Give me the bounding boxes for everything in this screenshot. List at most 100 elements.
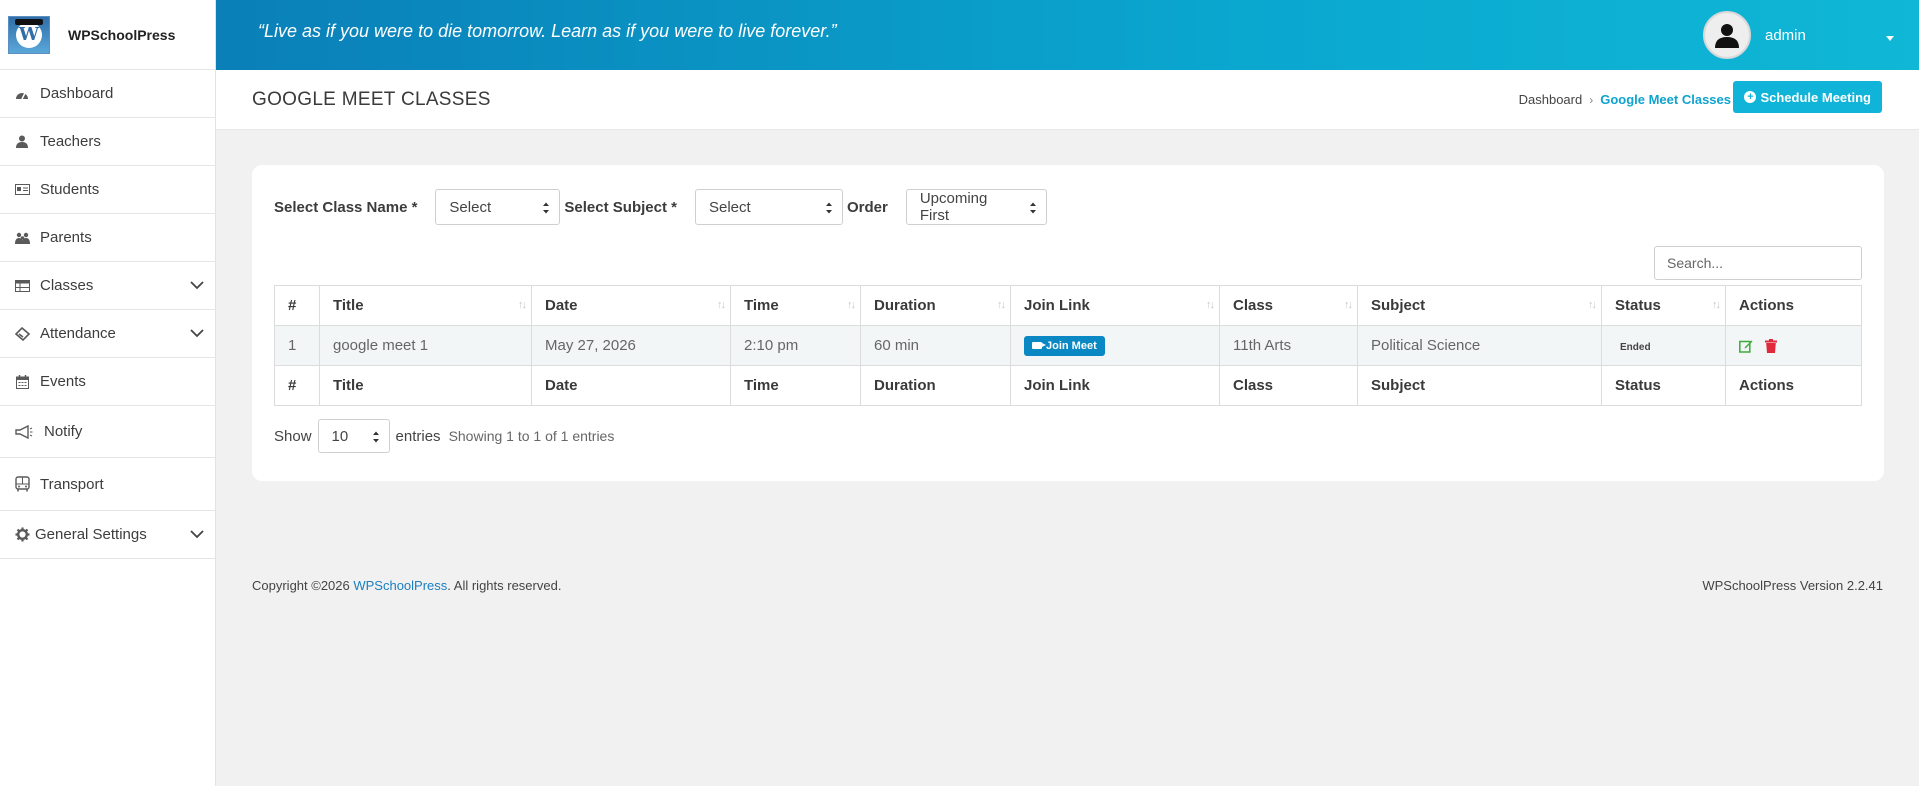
sidebar-item-attendance[interactable]: Attendance xyxy=(0,310,215,358)
column-header-date[interactable]: Date ↑↓ xyxy=(531,285,731,326)
select-arrows-icon xyxy=(543,202,550,214)
sort-icon: ↑↓ xyxy=(717,299,726,311)
chevron-down-icon[interactable] xyxy=(189,277,205,293)
footer-header-duration: Duration xyxy=(860,365,1011,406)
brand-name: WPSchoolPress xyxy=(68,26,176,43)
select-arrows-icon xyxy=(1029,202,1036,214)
footer-header-actions: Actions xyxy=(1725,365,1862,406)
user-name[interactable]: admin xyxy=(1765,27,1885,44)
select-arrows-icon xyxy=(372,431,379,443)
class-select[interactable]: Select xyxy=(435,189,561,225)
column-header-class[interactable]: Class ↑↓ xyxy=(1219,285,1358,326)
subject-filter-label: Select Subject * xyxy=(564,198,677,216)
breadcrumb: Dashboard › Google Meet Classes xyxy=(1519,92,1731,107)
meetings-table: # Title ↑↓ Date ↑↓ Time ↑↓ Duration ↑↓ Join … xyxy=(274,285,1862,406)
table-row: 1 google meet 1 May 27, 2026 2:10 pm 60 … xyxy=(274,325,1862,366)
page-size-select[interactable]: 10 xyxy=(317,419,390,453)
footer-header-subject: Subject xyxy=(1357,365,1602,406)
copyright-prefix: Copyright ©2026 xyxy=(252,578,354,593)
sidebar-item-notify[interactable]: Notify xyxy=(0,406,215,458)
sidebar-item-label: Attendance xyxy=(40,325,116,342)
breadcrumb-current: Google Meet Classes xyxy=(1600,92,1731,107)
sidebar-item-classes[interactable]: Classes xyxy=(0,262,215,310)
column-header-duration[interactable]: Duration ↑↓ xyxy=(860,285,1011,326)
sidebar-item-teachers[interactable]: Teachers xyxy=(0,118,215,166)
footer-header-join-link: Join Link xyxy=(1010,365,1220,406)
sidebar-item-label: Parents xyxy=(40,229,92,246)
footer-header-class: Class xyxy=(1219,365,1358,406)
student-card-icon xyxy=(14,182,30,198)
parents-icon xyxy=(14,230,30,246)
sidebar-item-general-settings[interactable]: General Settings xyxy=(0,511,215,559)
sort-icon: ↑↓ xyxy=(1344,299,1353,311)
attendance-icon xyxy=(14,326,30,342)
page-length-control: Show 10 entries Showing 1 to 1 of 1 entr… xyxy=(274,419,614,453)
chevron-down-icon[interactable] xyxy=(189,325,205,341)
join-meet-label: Join Meet xyxy=(1046,339,1097,352)
column-header-actions: Actions xyxy=(1725,285,1862,326)
footer-header-date: Date xyxy=(531,365,731,406)
sort-icon: ↑↓ xyxy=(518,299,527,311)
cell-subject: Political Science xyxy=(1357,325,1602,366)
filters-bar: Select Class Name * Select Select Subjec… xyxy=(274,189,1047,225)
megaphone-icon xyxy=(14,424,34,440)
cell-title: google meet 1 xyxy=(319,325,532,366)
sidebar-item-transport[interactable]: Transport xyxy=(0,458,215,511)
bus-icon xyxy=(14,476,30,492)
sidebar-item-students[interactable]: Students xyxy=(0,166,215,214)
column-header-num[interactable]: # xyxy=(274,285,320,326)
sort-icon: ↑↓ xyxy=(1206,299,1215,311)
cell-join-link: Join Meet xyxy=(1010,325,1220,366)
column-header-join-link[interactable]: Join Link ↑↓ xyxy=(1010,285,1220,326)
status-badge: Ended xyxy=(1620,342,1651,353)
subject-select[interactable]: Select xyxy=(694,189,843,225)
order-filter-label: Order xyxy=(846,198,888,216)
page-header: GOOGLE MEET CLASSES Dashboard › Google M… xyxy=(216,70,1919,130)
sidebar-item-dashboard[interactable]: Dashboard xyxy=(0,70,215,118)
sidebar-item-parents[interactable]: Parents xyxy=(0,214,215,262)
sort-icon: ↑↓ xyxy=(997,299,1006,311)
plus-circle-icon: + xyxy=(1744,91,1757,103)
column-header-title[interactable]: Title ↑↓ xyxy=(319,285,532,326)
schedule-meeting-button[interactable]: + Schedule Meeting xyxy=(1733,81,1882,113)
breadcrumb-dashboard[interactable]: Dashboard xyxy=(1519,92,1583,107)
sidebar-item-events[interactable]: Events xyxy=(0,358,215,406)
column-header-subject[interactable]: Subject ↑↓ xyxy=(1357,285,1602,326)
order-select[interactable]: Upcoming First xyxy=(905,189,1047,225)
column-header-time[interactable]: Time ↑↓ xyxy=(730,285,861,326)
sidebar-item-label: Notify xyxy=(44,423,83,440)
footer-brand-link[interactable]: WPSchoolPress xyxy=(353,578,447,593)
gear-icon xyxy=(14,527,30,543)
cell-num: 1 xyxy=(274,325,320,366)
footer-header-num: # xyxy=(274,365,320,406)
sidebar-item-label: General Settings xyxy=(35,526,147,543)
table-footer-row: # Title Date Time Duration Join Link Cla… xyxy=(274,365,1862,406)
caret-down-icon[interactable] xyxy=(1885,30,1895,41)
content-card: Select Class Name * Select Select Subjec… xyxy=(252,165,1884,481)
delete-icon[interactable] xyxy=(1765,339,1779,354)
cell-time: 2:10 pm xyxy=(730,325,861,366)
cell-duration: 60 min xyxy=(860,325,1011,366)
search-input[interactable]: Search... xyxy=(1654,246,1862,280)
user-menu[interactable]: admin xyxy=(1703,8,1895,62)
select-arrows-icon xyxy=(825,202,832,214)
chevron-down-icon[interactable] xyxy=(189,526,205,542)
page-size-value: 10 xyxy=(331,427,349,445)
join-meet-button[interactable]: Join Meet xyxy=(1024,335,1105,356)
wpschoolpress-logo: W xyxy=(8,15,50,54)
sort-icon: ↑↓ xyxy=(1588,299,1597,311)
cell-status: Ended xyxy=(1601,325,1726,366)
brand[interactable]: W WPSchoolPress xyxy=(0,0,215,70)
classes-icon xyxy=(14,278,30,294)
sidebar: W WPSchoolPress Dashboard Teachers Stude… xyxy=(0,0,216,786)
order-select-value: Upcoming First xyxy=(919,190,988,224)
footer-copyright: Copyright ©2026 WPSchoolPress. All right… xyxy=(252,578,561,593)
column-header-status[interactable]: Status ↑↓ xyxy=(1601,285,1726,326)
cell-class: 11th Arts xyxy=(1219,325,1358,366)
chevron-right-icon: › xyxy=(1589,92,1594,107)
avatar[interactable] xyxy=(1703,11,1751,59)
edit-icon[interactable] xyxy=(1739,339,1753,353)
subject-select-value: Select xyxy=(708,198,751,216)
user-icon xyxy=(1715,24,1739,48)
copyright-suffix: . All rights reserved. xyxy=(447,578,562,593)
